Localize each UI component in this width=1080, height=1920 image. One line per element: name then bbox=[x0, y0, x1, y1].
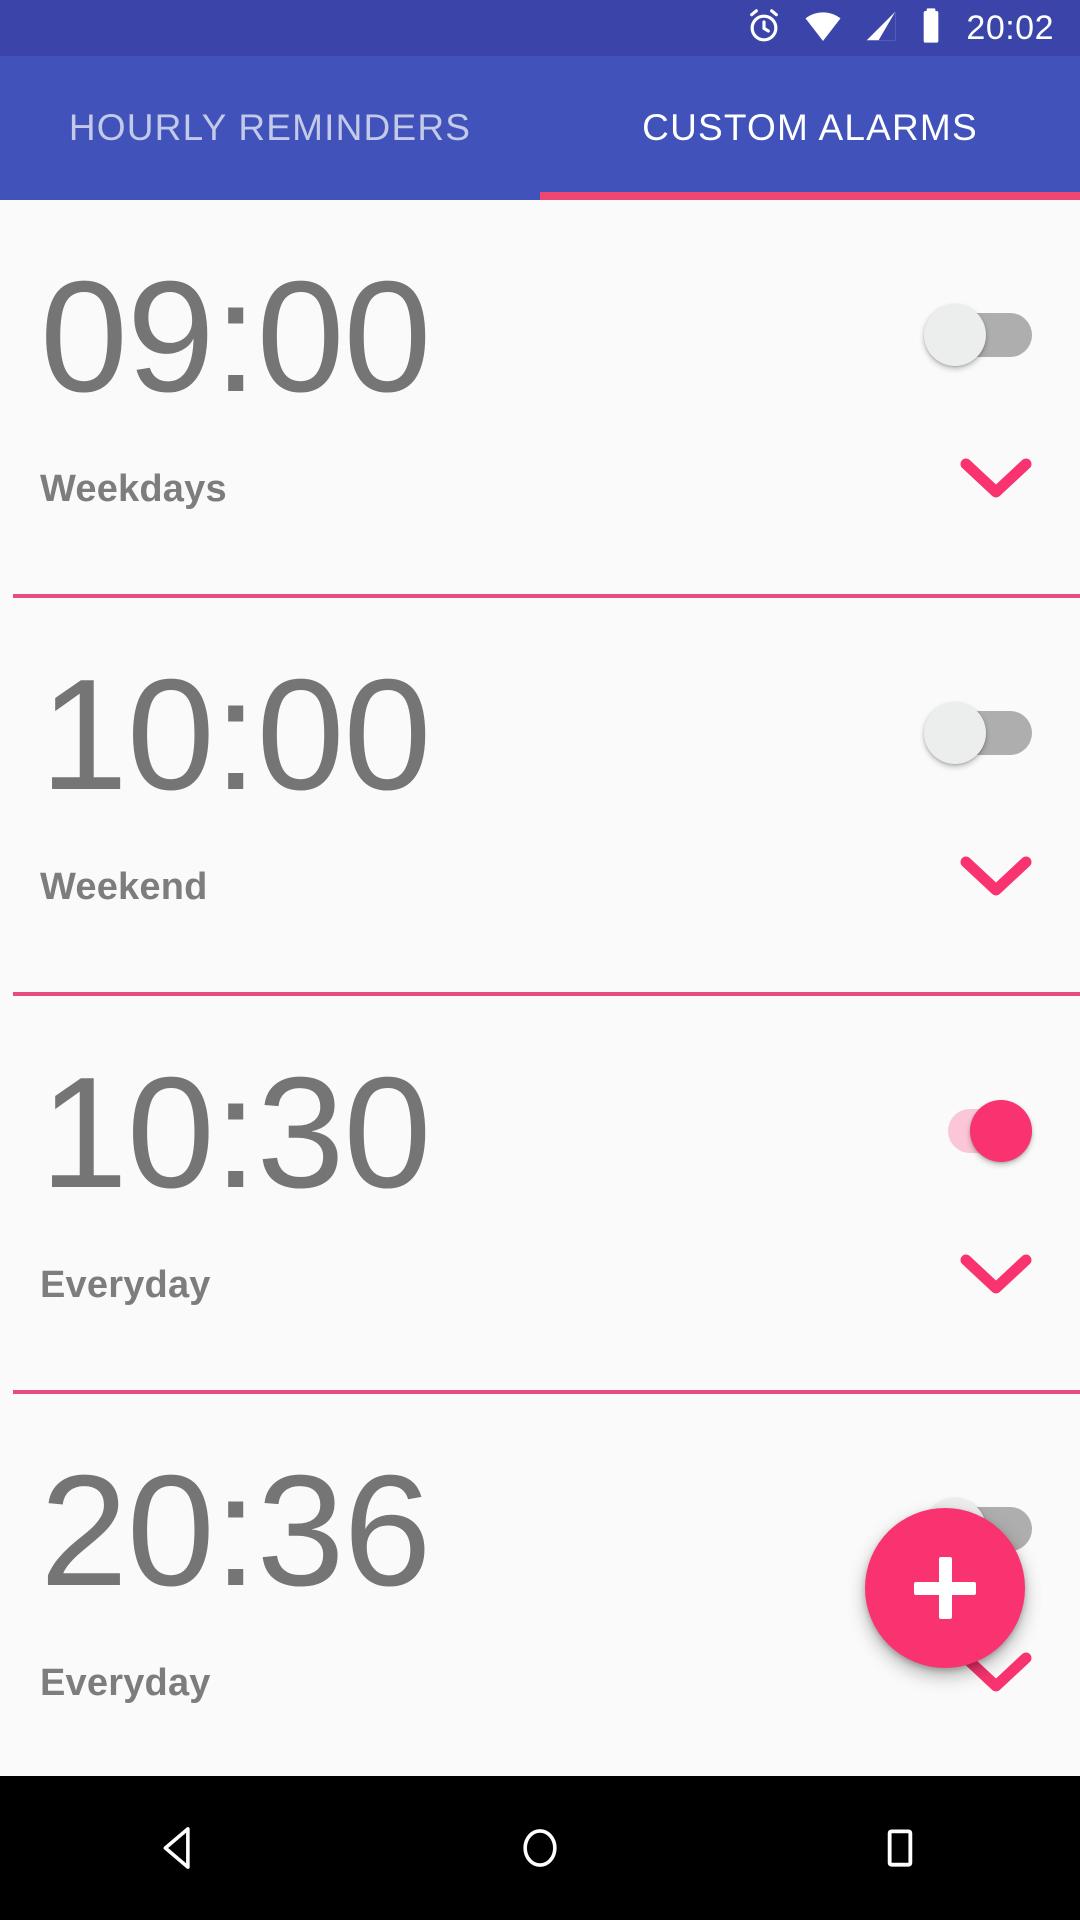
alarm-time: 20:36 bbox=[40, 1443, 431, 1619]
chevron-down-icon[interactable] bbox=[958, 452, 1034, 504]
alarm-enable-toggle[interactable] bbox=[924, 304, 1032, 366]
tab-hourly-reminders[interactable]: HOURLY REMINDERS bbox=[0, 56, 540, 200]
alarm-time: 10:00 bbox=[40, 647, 431, 823]
alarm-repeat-label: Everyday bbox=[40, 1264, 211, 1306]
alarm-time: 09:00 bbox=[40, 249, 431, 425]
wifi-icon bbox=[802, 6, 844, 51]
back-button[interactable] bbox=[105, 1776, 255, 1920]
alarm-list-item[interactable]: 10:30 Everyday bbox=[0, 996, 1080, 1394]
alarm-repeat-label: Everyday bbox=[40, 1662, 211, 1704]
alarm-enable-toggle[interactable] bbox=[924, 702, 1032, 764]
status-bar-clock: 20:02 bbox=[966, 8, 1054, 47]
battery-icon bbox=[918, 6, 944, 51]
toggle-thumb bbox=[924, 304, 986, 366]
alarm-repeat-label: Weekdays bbox=[40, 468, 227, 510]
chevron-down-icon[interactable] bbox=[958, 1248, 1034, 1300]
toggle-thumb bbox=[970, 1100, 1032, 1162]
tab-custom-alarms-label: CUSTOM ALARMS bbox=[642, 107, 978, 148]
toggle-thumb bbox=[924, 702, 986, 764]
alarm-time: 10:30 bbox=[40, 1045, 431, 1221]
tab-selected-indicator bbox=[540, 192, 1080, 200]
tab-custom-alarms[interactable]: CUSTOM ALARMS bbox=[540, 56, 1080, 200]
tab-strip: HOURLY REMINDERS CUSTOM ALARMS bbox=[0, 56, 1080, 200]
phone-screen: 20:02 HOURLY REMINDERS CUSTOM ALARMS 09:… bbox=[0, 0, 1080, 1920]
app-bar: HOURLY REMINDERS CUSTOM ALARMS bbox=[0, 56, 1080, 200]
alarm-clock-icon bbox=[744, 6, 784, 51]
cell-signal-icon bbox=[862, 6, 900, 51]
alarm-list-item[interactable]: 09:00 Weekdays bbox=[0, 200, 1080, 598]
add-alarm-button[interactable] bbox=[865, 1508, 1025, 1668]
status-bar: 20:02 bbox=[0, 0, 1080, 56]
alarm-repeat-label: Weekend bbox=[40, 866, 208, 908]
alarm-enable-toggle[interactable] bbox=[924, 1100, 1032, 1162]
home-button[interactable] bbox=[465, 1776, 615, 1920]
chevron-down-icon[interactable] bbox=[958, 850, 1034, 902]
android-navigation-bar bbox=[0, 1776, 1080, 1920]
tab-hourly-reminders-label: HOURLY REMINDERS bbox=[68, 107, 472, 148]
recents-button[interactable] bbox=[825, 1776, 975, 1920]
alarm-list-item[interactable]: 10:00 Weekend bbox=[0, 598, 1080, 996]
plus-icon bbox=[938, 1557, 952, 1619]
status-bar-icons bbox=[744, 6, 944, 51]
